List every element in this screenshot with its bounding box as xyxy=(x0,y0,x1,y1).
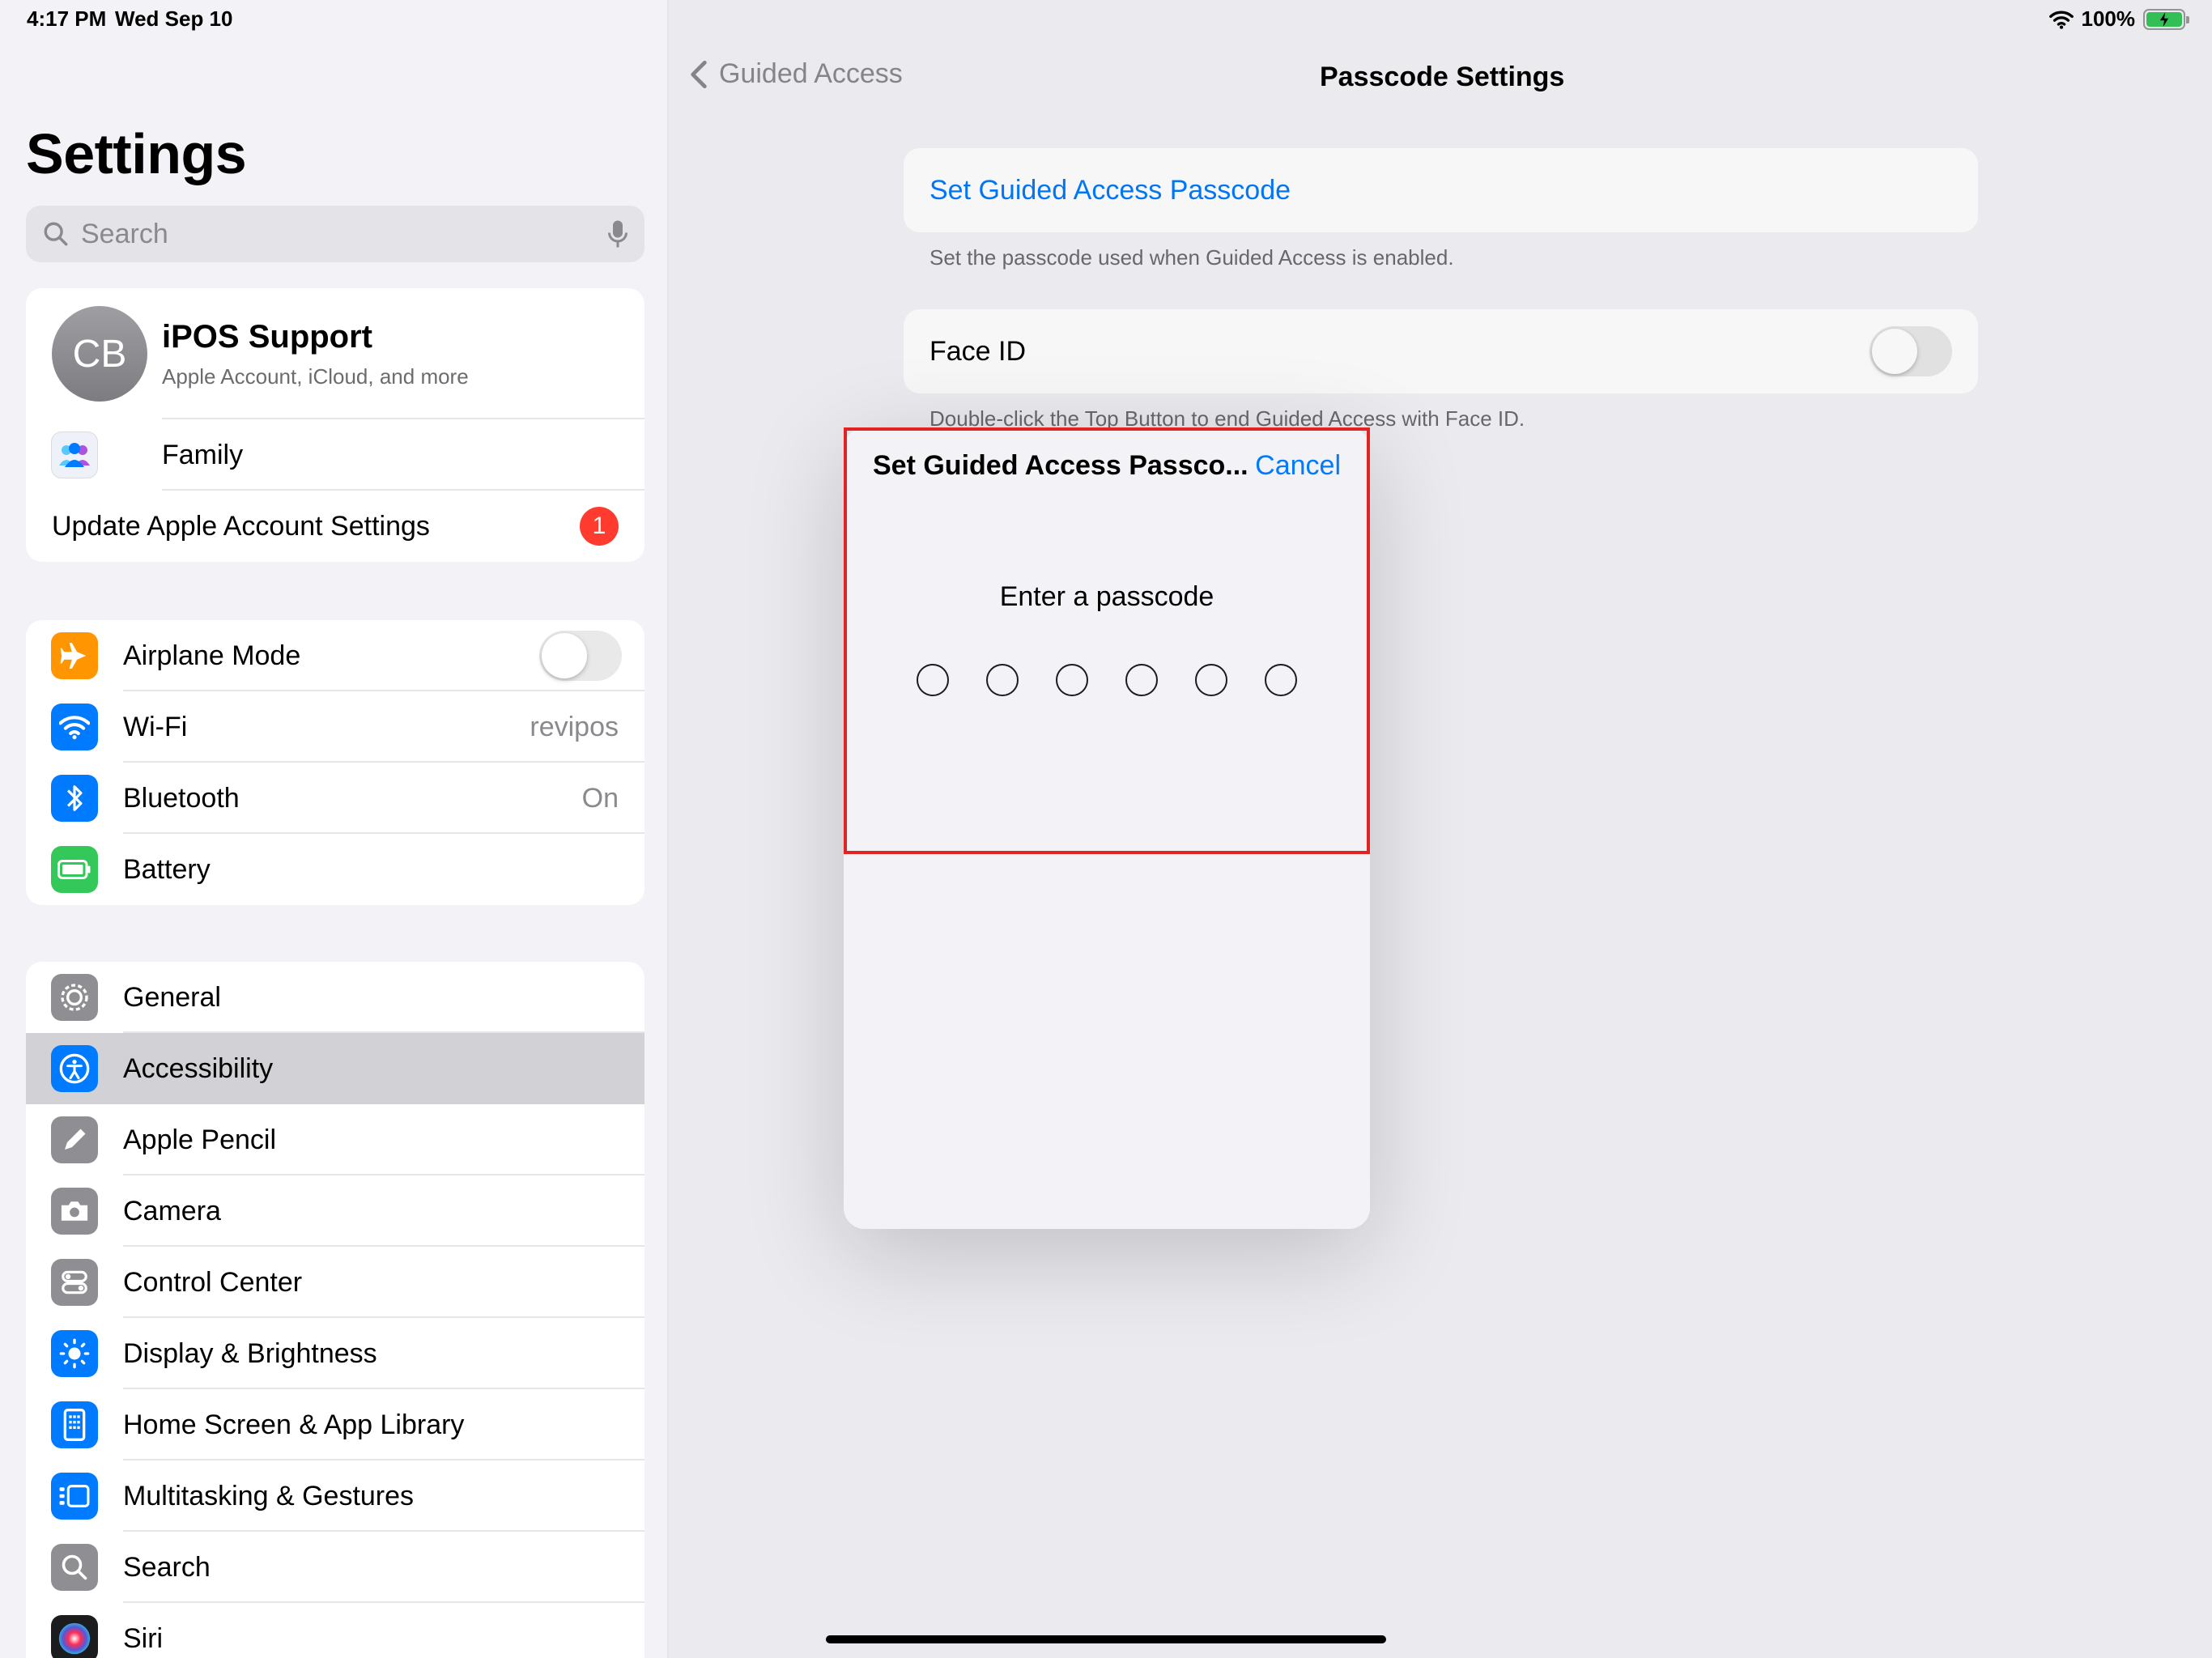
connectivity-group: Airplane Mode Wi-Fi revipos Bluetooth On… xyxy=(26,620,644,905)
microphone-icon[interactable] xyxy=(607,219,628,249)
passcode-digit-dot xyxy=(1125,664,1158,696)
camera-icon xyxy=(51,1188,98,1235)
bluetooth-status-value: On xyxy=(581,782,619,814)
passcode-digit-dot xyxy=(917,664,949,696)
sidebar-item-label: Home Screen & App Library xyxy=(123,1409,465,1440)
search-input[interactable]: Search xyxy=(26,206,644,262)
sidebar-item-camera[interactable]: Camera xyxy=(26,1175,644,1247)
sidebar-item-accessibility[interactable]: Accessibility xyxy=(26,1033,644,1104)
siri-icon xyxy=(51,1615,98,1658)
avatar: CB xyxy=(52,306,147,402)
gear-icon xyxy=(51,974,98,1021)
passcode-digit-dot xyxy=(1056,664,1088,696)
search-icon xyxy=(44,222,68,246)
wifi-network-value: revipos xyxy=(530,711,619,742)
search-placeholder: Search xyxy=(81,218,168,249)
sidebar-item-label: Wi-Fi xyxy=(123,711,188,742)
sidebar-item-battery[interactable]: Battery xyxy=(26,834,644,905)
account-subtitle: Apple Account, iCloud, and more xyxy=(162,364,469,389)
sidebar-item-label: Airplane Mode xyxy=(123,640,301,671)
status-date: Wed Sep 10 xyxy=(115,6,233,31)
account-name: iPOS Support xyxy=(162,319,372,355)
sidebar-item-label: Family xyxy=(162,439,244,470)
sidebar-item-display-brightness[interactable]: Display & Brightness xyxy=(26,1318,644,1389)
sidebar-item-search[interactable]: Search xyxy=(26,1532,644,1603)
sidebar-item-bluetooth[interactable]: Bluetooth On xyxy=(26,763,644,834)
sidebar-item-siri[interactable]: Siri xyxy=(26,1603,644,1658)
sidebar-item-label: Display & Brightness xyxy=(123,1337,377,1369)
wifi-icon xyxy=(51,704,98,750)
multitasking-icon xyxy=(51,1473,98,1520)
apple-account-row[interactable]: CB iPOS Support Apple Account, iCloud, a… xyxy=(26,288,644,419)
sidebar-item-multitasking[interactable]: Multitasking & Gestures xyxy=(26,1460,644,1532)
sidebar-item-label: Search xyxy=(123,1551,211,1583)
sidebar-item-label: Control Center xyxy=(123,1266,303,1298)
notification-badge: 1 xyxy=(580,507,619,546)
search-icon xyxy=(51,1544,98,1591)
pencil-icon xyxy=(51,1116,98,1163)
update-account-settings-row[interactable]: Update Apple Account Settings 1 xyxy=(26,491,644,562)
general-group: General Accessibility Apple Pencil Camer… xyxy=(26,962,644,1658)
family-icon xyxy=(51,432,98,478)
sidebar-item-label: Siri xyxy=(123,1622,164,1654)
sidebar-item-general[interactable]: General xyxy=(26,962,644,1033)
sidebar-item-label: Apple Pencil xyxy=(123,1124,277,1155)
sidebar-title: Settings xyxy=(26,122,247,185)
control-center-icon xyxy=(51,1259,98,1306)
sidebar-item-label: Camera xyxy=(123,1195,221,1226)
sidebar-item-family[interactable]: Family xyxy=(26,419,644,491)
account-group: CB iPOS Support Apple Account, iCloud, a… xyxy=(26,288,644,562)
sidebar-item-label: Accessibility xyxy=(123,1052,274,1084)
sidebar-item-label: Bluetooth xyxy=(123,782,240,814)
cancel-button[interactable]: Cancel xyxy=(1255,450,1341,482)
update-account-label: Update Apple Account Settings xyxy=(52,510,430,542)
modal-title: Set Guided Access Passco... xyxy=(873,450,1249,481)
airplane-mode-toggle[interactable] xyxy=(539,631,622,681)
airplane-icon xyxy=(51,632,98,679)
home-screen-icon xyxy=(51,1401,98,1448)
sidebar-item-label: Multitasking & Gestures xyxy=(123,1480,415,1511)
sidebar-item-wifi[interactable]: Wi-Fi revipos xyxy=(26,691,644,763)
bluetooth-icon xyxy=(51,775,98,822)
sidebar-item-airplane-mode[interactable]: Airplane Mode xyxy=(26,620,644,691)
sidebar-item-control-center[interactable]: Control Center xyxy=(26,1247,644,1318)
status-time: 4:17 PM xyxy=(27,6,107,31)
sidebar-item-home-screen[interactable]: Home Screen & App Library xyxy=(26,1389,644,1460)
battery-icon xyxy=(51,846,98,893)
sun-icon xyxy=(51,1330,98,1377)
passcode-dots[interactable] xyxy=(844,664,1370,696)
settings-sidebar: Settings Search CB iPOS Support Apple Ac… xyxy=(0,0,669,1658)
passcode-digit-dot xyxy=(986,664,1019,696)
sidebar-item-label: General xyxy=(123,981,221,1013)
passcode-modal: Set Guided Access Passco... Cancel Enter… xyxy=(844,427,1370,1229)
passcode-digit-dot xyxy=(1195,664,1227,696)
passcode-prompt: Enter a passcode xyxy=(999,581,1214,612)
home-indicator[interactable] xyxy=(826,1635,1386,1643)
sidebar-item-label: Battery xyxy=(123,853,211,885)
accessibility-icon xyxy=(51,1045,98,1092)
sidebar-item-apple-pencil[interactable]: Apple Pencil xyxy=(26,1104,644,1175)
passcode-digit-dot xyxy=(1265,664,1297,696)
